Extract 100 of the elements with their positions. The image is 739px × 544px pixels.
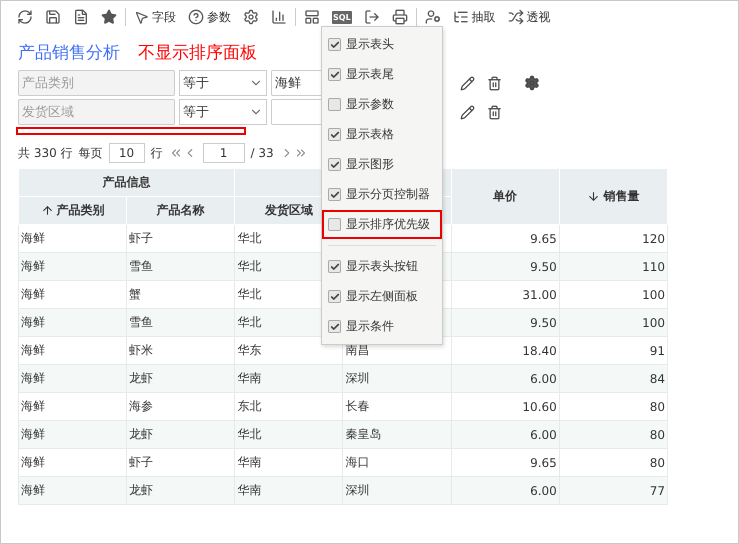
operator-select[interactable]: 等于 — [179, 70, 267, 96]
table-cell: 海鲜 — [18, 280, 127, 308]
table-cell: 77 — [559, 476, 668, 504]
per-page-label: 每页 — [78, 144, 103, 162]
bar-chart-icon — [271, 9, 287, 25]
total-rows: 共 330 行 — [18, 144, 73, 162]
menu-item[interactable]: 显示表尾 — [322, 60, 442, 89]
table-cell: 9.65 — [451, 224, 560, 252]
table-cell: 龙虾 — [126, 364, 235, 392]
checkbox[interactable] — [328, 38, 341, 51]
operator-select[interactable]: 等于 — [179, 99, 267, 125]
table-cell: 海口 — [342, 448, 452, 476]
column-group-header: 产品信息 — [18, 169, 235, 196]
annotation-text: 不显示排序面板 — [138, 42, 257, 64]
settings-icon[interactable] — [524, 75, 540, 91]
table-cell: 100 — [559, 308, 668, 336]
list-icon — [452, 9, 469, 25]
menu-item[interactable]: 显示排序优先级 — [322, 210, 442, 239]
table-cell: 虾子 — [126, 448, 235, 476]
table-cell: 长春 — [342, 392, 452, 420]
table-cell: 蟹 — [126, 280, 235, 308]
menu-item[interactable]: 显示表格 — [322, 120, 442, 149]
parameters-button[interactable]: 参数 — [182, 5, 237, 29]
edit-icon[interactable] — [460, 76, 475, 90]
checkbox[interactable] — [328, 320, 341, 333]
table-cell: 海鲜 — [18, 336, 127, 364]
table-cell: 华东 — [234, 336, 343, 364]
menu-item[interactable]: 显示表头 — [322, 30, 442, 59]
table-cell: 华北 — [234, 420, 343, 448]
table-cell: 深圳 — [342, 476, 452, 504]
table-cell: 80 — [559, 392, 668, 420]
table-cell: 海参 — [126, 392, 235, 420]
table-cell: 海鲜 — [18, 308, 127, 336]
table-cell: 华南 — [234, 364, 343, 392]
rows-label: 行 — [150, 144, 163, 162]
table-cell: 海鲜 — [18, 392, 127, 420]
report-title: 产品销售分析 — [18, 42, 120, 64]
table-cell: 6.00 — [451, 476, 560, 504]
table-cell: 6.00 — [451, 364, 560, 392]
refresh-icon — [17, 9, 33, 25]
column-header[interactable]: 单价 — [451, 169, 560, 224]
extract-button[interactable]: 抽取 — [446, 5, 502, 29]
sql-button[interactable]: SQL — [326, 5, 358, 29]
table-cell: 9.50 — [451, 252, 560, 280]
help-icon — [188, 9, 204, 25]
per-page-input[interactable]: 10 — [108, 143, 145, 163]
checkbox[interactable] — [328, 68, 341, 81]
menu-item[interactable]: 显示图形 — [322, 150, 442, 179]
table-cell: 海鲜 — [18, 252, 127, 280]
checkbox[interactable] — [328, 260, 341, 273]
checkbox[interactable] — [328, 290, 341, 303]
checkbox[interactable] — [328, 158, 341, 171]
table-cell: 80 — [559, 448, 668, 476]
table-cell: 100 — [559, 280, 668, 308]
table-cell: 海鲜 — [18, 448, 127, 476]
table-cell: 秦皇岛 — [342, 420, 452, 448]
user-icon — [424, 9, 441, 25]
page-input[interactable]: 1 — [202, 143, 245, 163]
pivot-icon — [508, 9, 524, 25]
table-cell: 6.00 — [451, 420, 560, 448]
table-cell: 18.40 — [451, 336, 560, 364]
checkbox[interactable] — [328, 98, 341, 111]
column-header[interactable]: 销售量 — [559, 169, 668, 224]
table-cell: 120 — [559, 224, 668, 252]
checkbox[interactable] — [328, 188, 341, 201]
table-cell: 9.50 — [451, 308, 560, 336]
pivot-button[interactable]: 透视 — [502, 5, 557, 29]
table-cell: 海鲜 — [18, 224, 127, 252]
table-cell: 龙虾 — [126, 420, 235, 448]
table-cell: 91 — [559, 336, 668, 364]
table-cell: 80 — [559, 420, 668, 448]
table-cell: 虾米 — [126, 336, 235, 364]
checkbox[interactable] — [328, 218, 341, 231]
table-cell: 海鲜 — [18, 364, 127, 392]
page-count: / 33 — [250, 146, 274, 160]
table-cell: 深圳 — [342, 364, 452, 392]
column-header[interactable]: 产品名称 — [126, 196, 235, 224]
table-cell: 9.65 — [451, 448, 560, 476]
pointer-icon — [134, 10, 149, 24]
table-cell: 31.00 — [451, 280, 560, 308]
table-cell: 海鲜 — [18, 420, 127, 448]
document-icon — [73, 9, 89, 25]
layout-icon — [304, 9, 320, 25]
table-cell: 84 — [559, 364, 668, 392]
save-icon — [45, 9, 61, 25]
delete-icon[interactable] — [487, 104, 502, 120]
star-icon — [101, 9, 117, 25]
table-cell: 虾子 — [126, 224, 235, 252]
edit-icon[interactable] — [460, 104, 475, 120]
export-icon — [364, 9, 380, 25]
menu-item[interactable]: 显示参数 — [322, 90, 442, 119]
fields-button[interactable]: 字段 — [128, 5, 182, 29]
settings-icon — [243, 9, 259, 25]
column-header[interactable]: 产品类别 — [18, 196, 127, 224]
delete-icon[interactable] — [487, 76, 502, 90]
table-cell: 10.60 — [451, 392, 560, 420]
table-cell: 龙虾 — [126, 476, 235, 504]
checkbox[interactable] — [328, 128, 341, 141]
table-cell: 海鲜 — [18, 476, 127, 504]
table-cell: 雪鱼 — [126, 252, 235, 280]
